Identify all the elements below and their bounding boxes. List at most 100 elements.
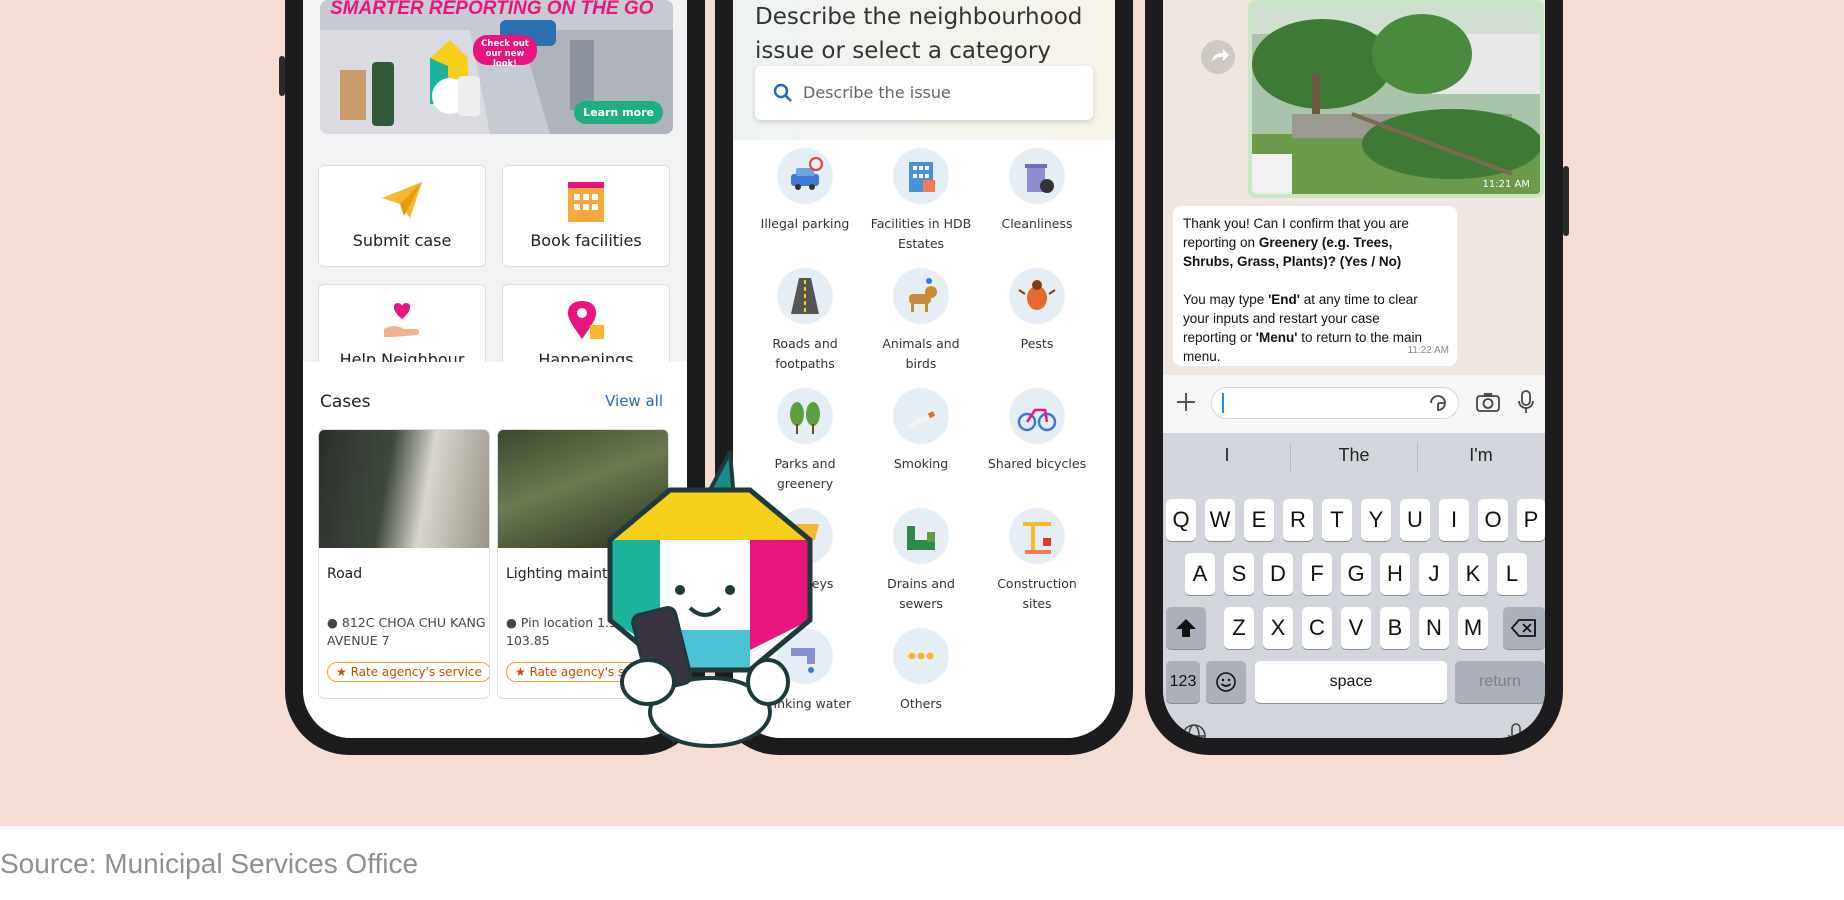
tree-icon [790,402,820,434]
backspace-icon [1510,619,1536,637]
suggestion-item[interactable]: The [1290,445,1418,466]
key[interactable]: H [1380,553,1410,595]
key[interactable]: W [1205,499,1235,541]
crane-icon [1023,522,1051,554]
car-icon [791,157,823,190]
return-key[interactable]: return [1455,661,1545,703]
rate-service-badge[interactable]: ★ Rate agency's service [327,662,489,682]
category-smoking[interactable]: Smoking [866,388,976,474]
bug-icon [1018,280,1056,310]
globe-icon[interactable] [1181,723,1207,738]
suggestion-item[interactable]: I'm [1417,445,1545,466]
phone-chat-screen: 11:21 AM Thank you! Can I confirm that y… [1145,0,1569,755]
case-category: Road [327,566,363,582]
key[interactable]: Z [1224,607,1254,649]
key[interactable]: T [1322,499,1352,541]
text-cursor [1222,393,1224,413]
chat-photo-message[interactable]: 11:21 AM [1248,0,1544,198]
key[interactable]: C [1302,607,1332,649]
key[interactable]: K [1458,553,1488,595]
road-icon [791,278,819,314]
emoji-icon [1216,672,1236,692]
key[interactable]: D [1263,553,1293,595]
page-title: Describe the neighbourhood issue or sele… [755,4,1083,64]
category-drains[interactable]: Drains and sewers [866,508,976,614]
key[interactable]: P [1517,499,1545,541]
message-line: reporting on Greenery (e.g. Trees, [1183,235,1393,250]
plus-icon[interactable] [1175,391,1197,413]
illustration-stage: SMARTER REPORTING ON THE GO Check out ou… [0,0,1844,826]
suggestion-item[interactable]: I [1163,445,1291,466]
key[interactable]: Q [1166,499,1196,541]
cases-title: Cases [320,392,371,412]
message-composer [1163,375,1545,433]
key[interactable]: E [1244,499,1274,541]
space-key[interactable]: space [1255,661,1447,703]
camera-icon[interactable] [1475,391,1501,413]
tile-label: Book facilities [530,231,642,250]
building-icon [909,162,935,192]
promo-banner[interactable]: SMARTER REPORTING ON THE GO Check out ou… [320,0,673,134]
bin-icon [1025,164,1054,193]
search-placeholder: Describe the issue [803,83,951,102]
mascot-character [607,450,813,748]
key[interactable]: B [1380,607,1410,649]
paper-plane-icon [382,182,422,218]
building-icon [568,182,604,222]
book-facilities-tile[interactable]: Book facilities [502,165,670,267]
shift-key[interactable] [1166,607,1206,649]
emoji-key[interactable] [1206,661,1246,703]
chat-screen: 11:21 AM Thank you! Can I confirm that y… [1163,0,1545,738]
pin-icon: ● [327,615,338,630]
category-construction[interactable]: Construction sites [982,508,1092,614]
sticker-icon[interactable] [1428,393,1448,413]
forward-icon[interactable] [1201,40,1235,74]
key[interactable]: F [1302,553,1332,595]
message-input[interactable] [1211,387,1459,419]
category-roads[interactable]: Roads and footpaths [750,268,860,374]
message-line: your inputs and restart your case [1183,311,1380,326]
key[interactable]: J [1419,553,1449,595]
key[interactable]: S [1224,553,1254,595]
microphone-icon[interactable] [1517,390,1535,414]
message-time: 11:21 AM [1482,179,1530,190]
location-pin-icon [568,301,604,339]
message-line: Thank you! Can I confirm that you are [1183,216,1409,231]
pin-icon: ● [506,615,517,630]
category-facilities[interactable]: Facilities in HDB Estates [866,148,976,254]
category-animals[interactable]: Animals and birds [866,268,976,374]
category-pests[interactable]: Pests [982,268,1092,354]
issue-search-input[interactable]: Describe the issue [755,66,1093,120]
backspace-key[interactable] [1503,607,1545,649]
category-others[interactable]: Others [866,628,976,714]
case-card[interactable]: Road ● 812C CHOA CHU KANG AVENUE 7 ★ Rat… [318,429,490,699]
case-category: Lighting maint [506,566,608,582]
key[interactable]: X [1263,607,1293,649]
message-line: Shrubs, Grass, Plants)? (Yes / No) [1183,254,1402,269]
tile-label: Submit case [352,231,452,250]
category-cleanliness[interactable]: Cleanliness [982,148,1092,234]
key[interactable]: G [1341,553,1371,595]
key[interactable]: V [1341,607,1371,649]
on-screen-keyboard: I The I'm Q W E R T Y U I O P A S D F G [1163,433,1545,738]
key[interactable]: A [1185,553,1215,595]
key[interactable]: N [1419,607,1449,649]
dictation-icon[interactable] [1507,723,1525,738]
category-bicycles[interactable]: Shared bicycles [982,388,1092,474]
key[interactable]: M [1458,607,1488,649]
key[interactable]: L [1497,553,1527,595]
submit-case-tile[interactable]: Submit case [318,165,486,267]
learn-more-button[interactable]: Learn more [574,101,663,124]
key[interactable]: R [1283,499,1313,541]
message-time: 11:22 AM [1407,345,1449,356]
key[interactable]: O [1478,499,1508,541]
fallen-tree-photo [1252,4,1540,194]
search-icon [773,83,792,102]
category-illegal-parking[interactable]: Illegal parking [750,148,860,234]
numbers-key[interactable]: 123 [1166,661,1200,703]
view-all-link[interactable]: View all [605,392,663,410]
key[interactable]: U [1400,499,1430,541]
key[interactable]: I [1439,499,1469,541]
cigarette-icon [907,411,936,429]
key[interactable]: Y [1361,499,1391,541]
